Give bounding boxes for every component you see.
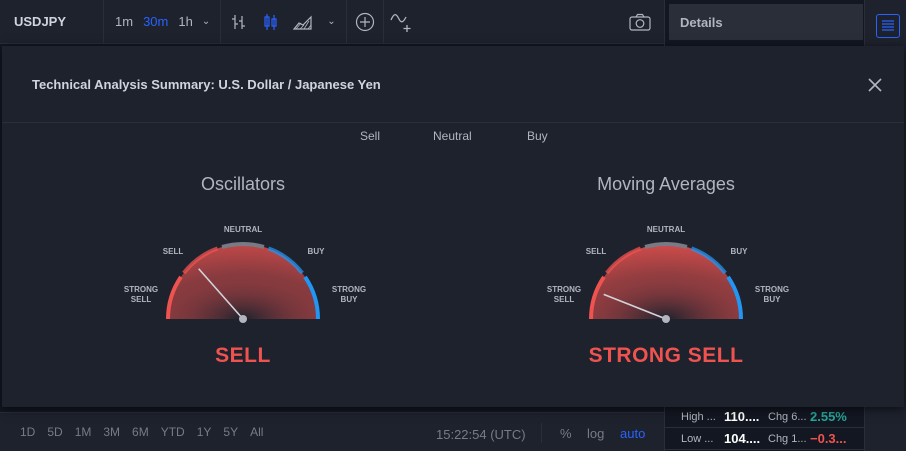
label-strong-sell: SELL [554,295,575,304]
range-6m[interactable]: 6M [126,425,155,439]
range-all[interactable]: All [244,425,269,439]
compare-group [347,0,384,44]
indicators-group [384,0,420,44]
label-sell: SELL [586,247,607,256]
auto-toggle[interactable]: auto [620,426,645,441]
range-1d[interactable]: 1D [14,425,41,439]
stat-change: −0.3... [810,431,847,446]
gauge-title: Oscillators [200,174,285,194]
dialog-header: Technical Analysis Summary: U.S. Dollar … [2,46,904,123]
range-5y[interactable]: 5Y [217,425,244,439]
label-strong-buy: STRONG [332,285,366,294]
stat-change-label: Chg 6... [768,410,807,423]
stat-label: High ... [681,410,716,423]
label-sell: SELL [163,247,184,256]
oscillators-gauge: Oscillators STRONG SELL SELL NEUTRAL BUY STRO… [103,174,383,374]
interval-group: 1m 30m 1h ⌄ [104,0,222,44]
stat-value: 110.... [724,409,760,424]
range-1y[interactable]: 1Y [191,425,218,439]
candles-icon[interactable] [259,10,283,34]
gauge-fill [591,244,741,319]
indicators-icon[interactable] [390,10,414,34]
moving-averages-gauge: Moving Averages STRONG SELL SELL NEUTRAL BUY… [526,174,806,374]
interval-30m[interactable]: 30m [138,14,173,29]
percent-toggle[interactable]: % [560,426,572,441]
label-buy: BUY [731,247,749,256]
gauge-result: SELL [215,344,271,367]
gauge-dial: STRONGSELLSELLNEUTRALBUYSTRONGBUY [547,225,789,323]
camera-icon[interactable] [624,8,656,36]
bottom-toolbar: 1D 5D 1M 3M 6M YTD 1Y 5Y All 15:22:54 (U… [0,412,664,451]
label-strong-buy: BUY [764,295,782,304]
chart-toolbar: USDJPY 1m 30m 1h ⌄ ⌄ [0,0,664,44]
stat-value: 104.... [724,431,761,446]
needle-hub [662,315,670,323]
stat-label: Low ... [681,432,714,445]
label-strong-sell: STRONG [547,285,581,294]
tab-sell[interactable]: Sell [360,129,380,143]
range-1m[interactable]: 1M [69,425,98,439]
label-strong-sell: SELL [131,295,152,304]
gauge-result: STRONG SELL [588,344,744,367]
range-ytd[interactable]: YTD [155,425,191,439]
label-strong-buy: STRONG [755,285,789,294]
label-neutral: NEUTRAL [224,225,262,234]
stat-row-high: High ... 110.... Chg 6... 2.55% [665,406,865,428]
clock-display[interactable]: 15:22:54 (UTC) [436,427,526,442]
close-icon[interactable] [866,76,884,94]
bar-style-icon[interactable] [227,10,251,34]
chevron-down-icon[interactable]: ⌄ [198,16,214,27]
chevron-down-icon[interactable]: ⌄ [323,16,339,27]
range-5d[interactable]: 5D [41,425,68,439]
tab-buy[interactable]: Buy [527,129,548,143]
details-header[interactable]: Details [669,4,863,40]
symbol-search[interactable]: USDJPY [0,0,104,44]
chart-style-group: ⌄ [221,0,347,44]
interval-1m[interactable]: 1m [110,14,138,29]
gauge-title: Moving Averages [597,174,735,194]
range-3m[interactable]: 3M [97,425,126,439]
list-icon[interactable] [876,14,900,38]
signal-tabs: Sell Neutral Buy [2,129,904,149]
area-chart-icon[interactable] [291,10,315,34]
label-strong-buy: BUY [341,295,359,304]
gauge-dial: STRONGSELLSELLNEUTRALBUYSTRONGBUY [124,225,366,323]
label-buy: BUY [308,247,326,256]
log-toggle[interactable]: log [587,426,604,441]
stat-change-label: Chg 1... [768,432,807,445]
interval-1h[interactable]: 1h [173,14,197,29]
technical-analysis-dialog: Technical Analysis Summary: U.S. Dollar … [2,46,904,407]
divider [541,423,542,443]
label-strong-sell: STRONG [124,285,158,294]
tab-neutral[interactable]: Neutral [433,129,472,143]
stat-row-low: Low ... 104.... Chg 1... −0.3... [665,428,865,450]
needle-hub [239,315,247,323]
add-compare-icon[interactable] [353,10,377,34]
label-neutral: NEUTRAL [647,225,685,234]
dialog-title: Technical Analysis Summary: U.S. Dollar … [32,77,381,92]
gauge-fill [168,244,318,319]
stat-change: 2.55% [810,409,847,424]
stats-list: High ... 110.... Chg 6... 2.55% Low ... … [665,406,865,450]
